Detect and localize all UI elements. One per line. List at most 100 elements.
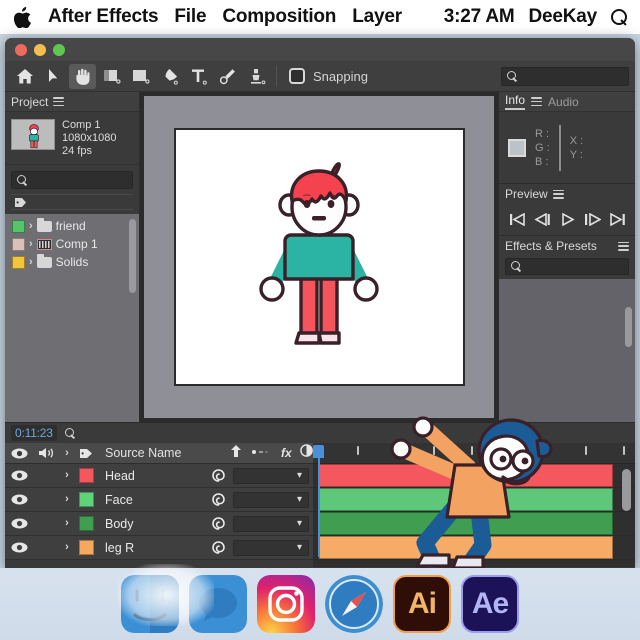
after-effects-icon[interactable]: Ae	[461, 575, 519, 633]
menubar-username[interactable]: DeeKay	[528, 6, 597, 28]
menu-item-after-effects[interactable]: After Effects	[48, 6, 159, 28]
project-item-solids[interactable]: › Solids	[5, 253, 139, 271]
hand-icon[interactable]	[69, 63, 96, 89]
zoom-region-icon[interactable]	[98, 64, 125, 89]
chevron-right-icon[interactable]: ›	[59, 470, 75, 481]
chevron-right-icon[interactable]: ›	[29, 220, 33, 232]
tab-audio[interactable]: Audio	[548, 95, 579, 109]
timeline-ruler[interactable]	[313, 443, 635, 557]
layer-color-swatch[interactable]	[75, 492, 97, 507]
effects-search-input[interactable]	[505, 258, 629, 275]
eye-icon[interactable]	[5, 443, 33, 463]
layer-bar[interactable]	[319, 464, 613, 487]
layer-name[interactable]: Face	[97, 493, 203, 507]
layer-row-leg-r[interactable]: › leg R ▾	[5, 536, 313, 560]
menubar-clock[interactable]: 3:27 AM	[444, 6, 515, 28]
menu-item-file[interactable]: File	[174, 6, 206, 28]
layer-row-head[interactable]: › Head ▾	[5, 464, 313, 488]
effects-scrollbar[interactable]	[625, 307, 632, 347]
window-close-button[interactable]	[15, 43, 27, 56]
layer-row-face[interactable]: › Face ▾	[5, 488, 313, 512]
layer-bar[interactable]	[319, 512, 613, 535]
composition-viewer[interactable]	[140, 92, 499, 422]
apple-logo-icon[interactable]	[13, 6, 32, 28]
parent-dropdown[interactable]: ▾	[233, 467, 309, 484]
eye-icon[interactable]	[5, 518, 33, 529]
play-button[interactable]	[558, 212, 577, 227]
motion-blur-icon[interactable]	[251, 444, 273, 462]
shy-icon[interactable]	[229, 444, 243, 463]
rotate-icon[interactable]	[127, 64, 154, 89]
messages-icon[interactable]	[189, 575, 247, 633]
home-icon[interactable]	[11, 64, 38, 89]
chevron-right-icon[interactable]: ›	[59, 542, 75, 553]
eye-icon[interactable]	[5, 542, 33, 553]
tab-info[interactable]: Info	[505, 93, 526, 110]
tag-icon[interactable]	[75, 443, 97, 463]
layer-row-body[interactable]: › Body ▾	[5, 512, 313, 536]
parent-pickwhip-icon[interactable]	[203, 468, 233, 483]
track-row-body[interactable]	[313, 512, 635, 536]
layer-name[interactable]: Body	[97, 517, 203, 531]
parent-pickwhip-icon[interactable]	[203, 516, 233, 531]
track-row-face[interactable]	[313, 488, 635, 512]
window-minimize-button[interactable]	[34, 43, 46, 56]
illustrator-icon[interactable]: Ai	[393, 575, 451, 633]
source-name-header[interactable]: Source Name	[97, 443, 225, 463]
chevron-right-icon[interactable]: ›	[59, 494, 75, 505]
brush-icon[interactable]	[214, 64, 241, 89]
layer-name[interactable]: Head	[97, 469, 203, 483]
chevron-right-icon[interactable]: ›	[29, 256, 33, 268]
layer-bar[interactable]	[319, 536, 613, 559]
eye-icon[interactable]	[5, 494, 33, 505]
timeline-track-area[interactable]	[313, 443, 635, 567]
window-maximize-button[interactable]	[53, 43, 65, 56]
speaker-icon[interactable]	[33, 443, 59, 463]
project-scrollbar[interactable]	[129, 219, 137, 293]
parent-pickwhip-icon[interactable]	[203, 492, 233, 507]
layer-color-swatch[interactable]	[75, 468, 97, 483]
selection-arrow-icon[interactable]	[40, 64, 67, 89]
chevron-right-icon[interactable]: ›	[59, 443, 75, 463]
playhead[interactable]	[313, 445, 324, 557]
current-time-display[interactable]: 0:11:23	[11, 425, 57, 441]
project-item-comp-1[interactable]: › Comp 1	[5, 235, 139, 253]
spotlight-search-icon[interactable]	[611, 8, 628, 26]
parent-pickwhip-icon[interactable]	[203, 540, 233, 555]
track-row-head[interactable]	[313, 464, 635, 488]
eye-icon[interactable]	[5, 470, 33, 481]
timeline-search-input[interactable]	[64, 425, 271, 441]
layer-color-swatch[interactable]	[75, 516, 97, 531]
layer-bar[interactable]	[319, 488, 613, 511]
safari-icon[interactable]	[325, 575, 383, 633]
hamburger-icon[interactable]	[53, 97, 65, 106]
project-search-input[interactable]	[11, 171, 134, 189]
hamburger-icon[interactable]	[552, 189, 564, 199]
clone-stamp-icon[interactable]	[243, 64, 270, 89]
parent-dropdown[interactable]: ▾	[233, 539, 309, 556]
first-frame-button[interactable]	[508, 212, 527, 227]
project-item-friend[interactable]: › friend	[5, 217, 139, 235]
layer-name[interactable]: leg R	[97, 541, 203, 555]
chevron-right-icon[interactable]: ›	[59, 518, 75, 529]
finder-icon[interactable]	[121, 575, 179, 633]
layer-color-swatch[interactable]	[75, 540, 97, 555]
instagram-icon[interactable]	[257, 575, 315, 633]
menu-item-layer[interactable]: Layer	[352, 6, 402, 28]
menu-item-composition[interactable]: Composition	[222, 6, 336, 28]
pen-icon[interactable]	[156, 64, 183, 89]
label-swatch[interactable]	[12, 219, 25, 233]
parent-dropdown[interactable]: ▾	[233, 515, 309, 532]
chevron-right-icon[interactable]: ›	[29, 238, 33, 250]
hamburger-icon[interactable]	[531, 97, 543, 106]
effects-list[interactable]	[499, 279, 635, 422]
next-frame-button[interactable]	[583, 212, 602, 227]
project-comp-info[interactable]: Comp 1 1080x1080 24 fps	[5, 112, 140, 165]
label-swatch[interactable]	[12, 237, 25, 251]
text-icon[interactable]	[185, 64, 212, 89]
adjustment-icon[interactable]	[299, 444, 313, 462]
label-swatch[interactable]	[12, 255, 25, 269]
timeline-scrollbar[interactable]	[622, 469, 631, 511]
last-frame-button[interactable]	[608, 212, 627, 227]
effects-fx-icon[interactable]: fx	[281, 446, 292, 460]
